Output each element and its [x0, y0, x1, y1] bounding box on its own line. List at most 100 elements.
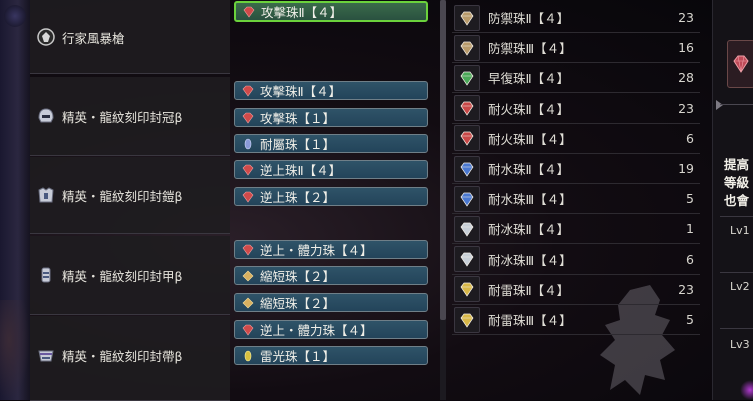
decoration-slot[interactable]: 雷光珠【１】 [234, 346, 428, 365]
jewel-name: 耐雷珠Ⅲ【４】 [488, 313, 572, 328]
jewel-row[interactable]: 耐冰珠Ⅲ【４】 6 [452, 245, 700, 275]
skill-description: 等級 [724, 175, 750, 190]
decoration-slot[interactable]: 縮短珠【２】 [234, 293, 428, 312]
gem-icon [727, 40, 753, 88]
weapon-icon [34, 25, 58, 49]
scrollbar-thumb[interactable] [440, 0, 446, 320]
jewel-row[interactable]: 耐水珠Ⅱ【４】 19 [452, 154, 700, 184]
jewel-count: 19 [678, 161, 694, 176]
equipment-name: 精英・龍紋刻印封甲β [62, 268, 183, 284]
jewel-icon [454, 306, 480, 333]
glow-effect [740, 380, 753, 400]
chest-icon [34, 183, 58, 207]
jewel-icon [454, 64, 480, 91]
helm-icon [34, 104, 58, 128]
waist-icon [34, 343, 58, 367]
attack-jewel-icon [241, 112, 255, 124]
jewel-count: 23 [678, 281, 694, 297]
jewel-name: 耐冰珠Ⅱ【４】 [488, 222, 570, 238]
slot-label: 雷光珠【１】 [260, 349, 336, 364]
resentment-vitality-jewel-icon [241, 244, 255, 256]
jewel-row[interactable]: 耐火珠Ⅱ【４】 23 [452, 94, 700, 124]
equipment-name: 精英・龍紋刻印封鎧β [62, 188, 183, 204]
skill-level-label: Lv1 [730, 224, 750, 237]
jewel-name: 防禦珠Ⅱ【４】 [488, 11, 570, 26]
decoration-slot[interactable]: 耐屬珠【１】 [234, 134, 428, 153]
jewel-row[interactable]: 防禦珠Ⅲ【４】 16 [452, 33, 700, 64]
slot-label: 攻擊珠Ⅱ【４】 [260, 84, 342, 99]
jewel-name: 耐水珠Ⅱ【４】 [488, 162, 570, 177]
jewel-row[interactable]: 耐雷珠Ⅲ【４】 5 [452, 305, 700, 335]
slot-label: 縮短珠【２】 [260, 296, 336, 311]
jewel-count: 1 [686, 221, 694, 237]
jewel-icon [454, 95, 480, 122]
jewel-icon [454, 215, 480, 242]
decoration-slot[interactable]: 逆上・體力珠【４】 [234, 320, 428, 339]
thunder-jewel-icon [241, 350, 255, 362]
jewel-count: 6 [686, 130, 694, 146]
decoration-slot[interactable]: 縮短珠【２】 [234, 266, 428, 285]
jewel-icon [454, 4, 480, 31]
decoration-slot[interactable]: 逆上・體力珠【４】 [234, 240, 428, 259]
slot-label: 逆上・體力珠【４】 [260, 323, 373, 338]
resentment-vitality-jewel-icon [241, 324, 255, 336]
slot-label: 逆上珠Ⅱ【４】 [260, 163, 342, 178]
equipment-helm[interactable]: 精英・龍紋刻印封冠β [30, 104, 230, 128]
jewel-icon [454, 185, 480, 212]
equipment-name: 精英・龍紋刻印封帶β [62, 348, 183, 364]
resentment-jewel-icon [241, 191, 255, 203]
jewel-name: 耐冰珠Ⅲ【４】 [488, 252, 572, 268]
equipment-name: 精英・龍紋刻印封冠β [62, 109, 183, 125]
jewel-icon [454, 155, 480, 182]
skill-description: 也會 [724, 193, 750, 208]
jewel-count: 6 [686, 251, 694, 267]
skill-level-label: Lv3 [730, 338, 750, 351]
jewel-count: 5 [686, 312, 694, 327]
decoration-slot[interactable]: 逆上珠【２】 [234, 187, 428, 206]
jewel-row[interactable]: 耐雷珠Ⅱ【４】 23 [452, 275, 700, 305]
divider [720, 104, 753, 105]
equipment-arm[interactable]: 精英・龍紋刻印封甲β [30, 263, 230, 287]
jewel-name: 早復珠Ⅱ【４】 [488, 71, 570, 87]
equipment-waist[interactable]: 精英・龍紋刻印封帶β [30, 343, 230, 367]
jewel-count: 5 [686, 191, 694, 207]
jewel-icon [454, 125, 480, 152]
left-edge-panel [0, 0, 30, 400]
equipment-weapon[interactable]: 行家風暴槍 [30, 25, 230, 49]
equipment-chest[interactable]: 精英・龍紋刻印封鎧β [30, 183, 230, 207]
jewel-row[interactable]: 耐水珠Ⅲ【４】 5 [452, 184, 700, 215]
jewel-name: 耐火珠Ⅱ【４】 [488, 101, 570, 117]
decoration-slot[interactable]: 攻擊珠Ⅱ【４】 [234, 81, 428, 100]
divider [720, 272, 753, 273]
attack-jewel-icon [242, 6, 256, 18]
jewel-name: 耐雷珠Ⅱ【４】 [488, 282, 570, 298]
decoration-slot[interactable]: 逆上珠Ⅱ【４】 [234, 160, 428, 179]
jewel-row[interactable]: 防禦珠Ⅱ【４】 23 [452, 3, 700, 33]
skill-level-label: Lv2 [730, 280, 750, 293]
decoration-slot[interactable]: 攻擊珠【１】 [234, 108, 428, 127]
jewel-row[interactable]: 耐火珠Ⅲ【４】 6 [452, 124, 700, 154]
slot-label: 縮短珠【２】 [260, 269, 336, 284]
resentment-jewel-icon [241, 164, 255, 176]
jewel-count: 23 [678, 10, 694, 25]
attack-jewel-icon [241, 85, 255, 97]
jewel-name: 防禦珠Ⅲ【４】 [488, 41, 572, 57]
jewel-row[interactable]: 耐冰珠Ⅱ【４】 1 [452, 214, 700, 245]
jewel-count: 28 [678, 70, 694, 86]
jewel-icon [454, 34, 480, 61]
jewel-row[interactable]: 早復珠Ⅱ【４】 28 [452, 63, 700, 94]
slot-label: 攻擊珠Ⅱ【４】 [261, 5, 343, 20]
slot-label: 攻擊珠【１】 [260, 111, 336, 126]
jewel-name: 耐水珠Ⅲ【４】 [488, 192, 572, 208]
jewel-count: 16 [678, 40, 694, 56]
slot-label: 逆上・體力珠【４】 [260, 243, 373, 258]
slot-label: 耐屬珠【１】 [260, 137, 336, 152]
decoration-slot[interactable]: 攻擊珠Ⅱ【４】 [234, 1, 428, 22]
divider [720, 216, 753, 217]
arm-icon [34, 263, 58, 287]
scrollbar[interactable] [440, 0, 446, 400]
divider [720, 328, 753, 329]
jewel-icon [454, 246, 480, 273]
play-triangle-icon [716, 100, 723, 110]
skill-description: 提高 [724, 157, 750, 172]
